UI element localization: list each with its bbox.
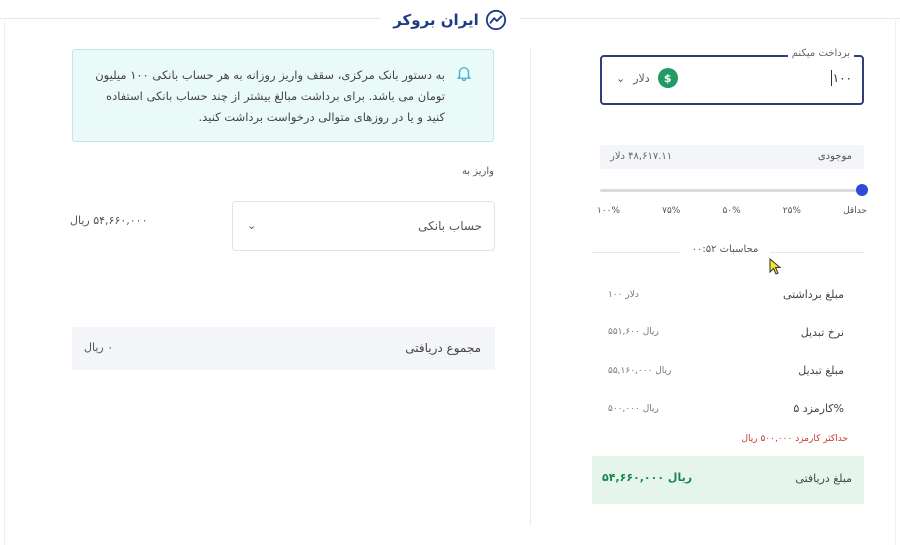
bank-account-name: حساب بانکی [418,219,482,233]
deposit-amount: ۵۴,۶۶۰,۰۰۰ ریال [70,214,148,227]
total-label: مجموع دریافتی [405,341,481,355]
calc-row-label: مبلغ تبدیل [798,364,844,377]
dollar-icon: $ [657,68,678,88]
total-received-box: مجموع دریافتی ۰ ریال [72,327,495,370]
calc-row-label: مبلغ برداشتی [783,288,844,301]
slider-label[interactable]: ۲۵% [783,206,801,216]
amount-slider-thumb[interactable] [856,184,868,196]
calc-row-label: کارمزد ۵% [793,402,844,415]
chevron-down-icon: ⌄ [616,71,626,85]
bank-account-select[interactable]: حساب بانکی ⌄ [232,201,495,251]
deposit-label: واریز به [461,166,494,177]
brand-logo: ایران بروکر [380,8,520,32]
slider-label[interactable]: ۵۰% [722,206,740,216]
limit-notice: به دستور بانک مرکزی، سقف واریز روزانه به… [72,49,494,142]
mouse-cursor-icon [769,258,782,275]
bell-icon [457,67,471,82]
withdraw-amount-value[interactable]: ۱۰۰ [833,71,852,85]
balance-bar: موجودی ۴۸,۶۱۷.۱۱ دلار [600,145,864,169]
panel-divider [530,48,531,526]
receive-amount-box: مبلغ دریافتی ۵۴,۶۶۰,۰۰۰ ریال [592,456,864,504]
receive-label: مبلغ دریافتی [795,472,852,485]
text-caret [831,70,832,86]
slider-labels: ۱۰۰% ۷۵% ۵۰% ۲۵% حداقل [597,206,867,216]
calc-row-value: ۵۵۱,۶۰۰ ریال [608,327,659,337]
calc-row-value: ۱۰۰ دلار [608,290,639,300]
chart-trend-icon [485,9,506,31]
currency-select[interactable]: ⌄ دلار $ [616,68,678,88]
calc-row-value: ۵۵,۱۶۰,۰۰۰ ریال [608,366,672,376]
notice-text: به دستور بانک مرکزی، سقف واریز روزانه به… [95,68,445,124]
max-fee-note: حداکثر کارمزد ۵۰۰,۰۰۰ ریال [741,434,848,444]
balance-value: ۴۸,۶۱۷.۱۱ دلار [610,151,673,162]
currency-name: دلار [633,71,650,85]
slider-label[interactable]: ۷۵% [662,206,680,216]
frame-border-left [4,18,5,545]
frame-border-right [895,18,896,545]
withdraw-amount-legend: برداخت میکنم [787,48,854,59]
balance-label: موجودی [817,151,852,162]
calc-row-value: ۵۰۰,۰۰۰ ریال [608,404,659,414]
withdraw-amount-field[interactable]: برداخت میکنم ۱۰۰ ⌄ دلار $ [600,48,864,105]
receive-value: ۵۴,۶۶۰,۰۰۰ ریال [602,471,693,484]
chevron-down-icon: ⌄ [247,219,257,232]
calc-row-label: نرخ تبدیل [800,326,844,339]
total-value: ۰ ریال [84,341,114,354]
slider-label[interactable]: ۱۰۰% [597,206,620,216]
brand-name: ایران بروکر [393,11,479,29]
slider-label[interactable]: حداقل [843,206,867,216]
calc-title: محاسبات ۰۰:۵۲ [680,244,770,255]
amount-slider-track[interactable] [600,189,862,192]
